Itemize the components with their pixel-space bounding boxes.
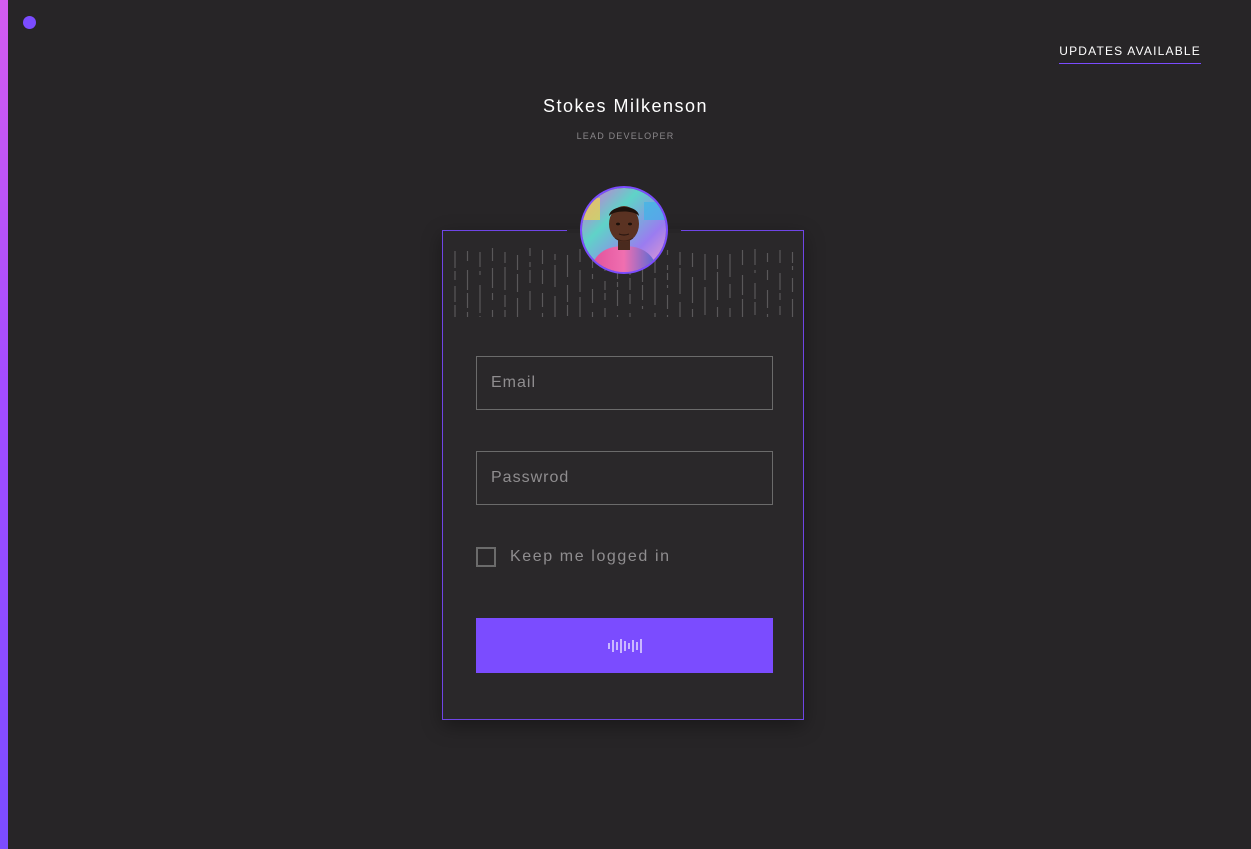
password-field[interactable] — [476, 451, 773, 505]
remember-me-label[interactable]: Keep me logged in — [510, 548, 671, 566]
profile-name: Stokes Milkenson — [542, 96, 709, 116]
login-submit-button[interactable] — [476, 618, 773, 673]
remember-me-row[interactable]: Keep me logged in — [476, 546, 671, 568]
email-field[interactable] — [476, 356, 773, 410]
profile-role: LEAD DEVELOPER — [576, 131, 675, 141]
loading-bars-icon — [607, 638, 642, 653]
profile-avatar — [580, 186, 668, 274]
remember-me-checkbox[interactable] — [476, 547, 496, 567]
avatar-portrait-image — [582, 188, 666, 272]
side-accent-bar — [0, 0, 8, 849]
status-dot-icon — [23, 16, 36, 29]
updates-available-link[interactable]: UPDATES AVAILABLE — [1059, 44, 1201, 64]
